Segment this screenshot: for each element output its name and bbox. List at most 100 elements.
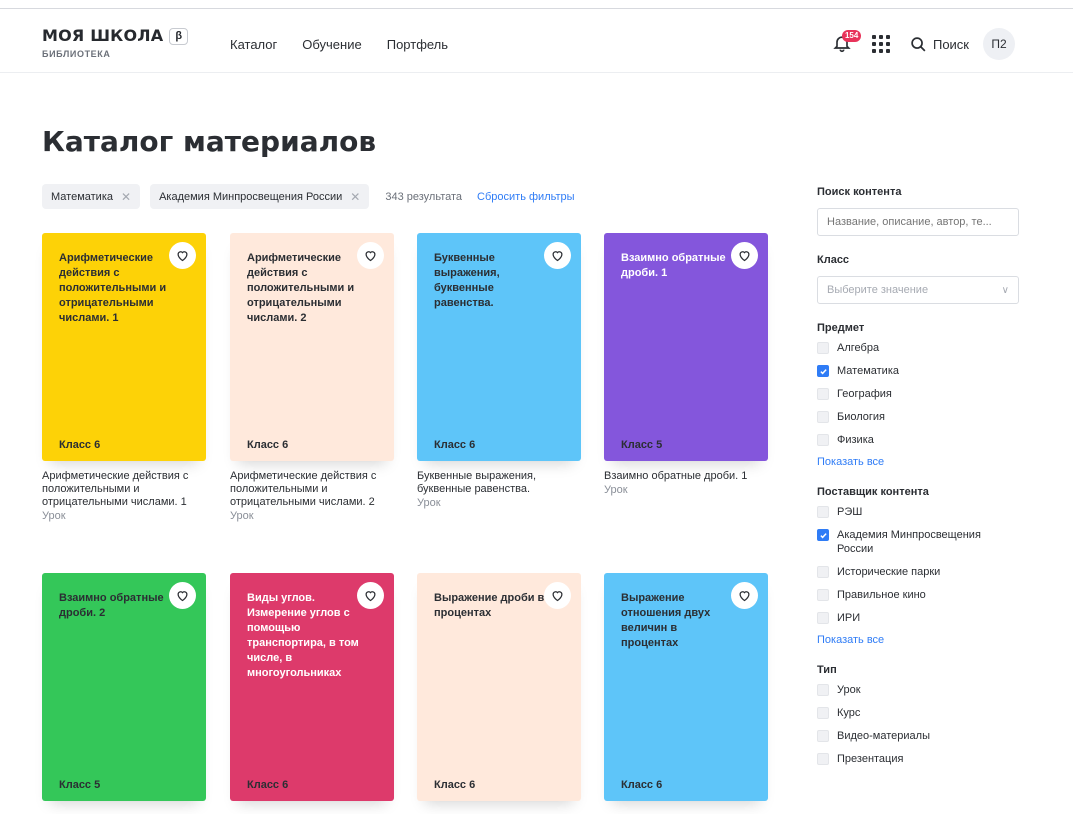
filter-chip-subject[interactable]: Математика ✕: [42, 184, 141, 209]
class-heading: Класс: [817, 254, 850, 266]
search-button[interactable]: Поиск: [910, 36, 969, 53]
card-class: Класс 6: [434, 779, 476, 791]
subject-checkbox[interactable]: География: [817, 387, 1019, 401]
subject-checkbox[interactable]: Алгебра: [817, 341, 1019, 355]
card-cover-title: Выражение отношения двух величин в проце…: [621, 592, 711, 649]
provider-checkbox[interactable]: РЭШ: [817, 505, 1019, 519]
apps-grid-icon[interactable]: [871, 35, 890, 53]
card-cover[interactable]: Выражение отношения двух величин в проце…: [604, 573, 768, 801]
checkbox-label: ИРИ: [837, 612, 861, 624]
card-class: Класс 6: [247, 779, 289, 791]
show-all-subjects-link[interactable]: Показать все: [817, 456, 1019, 468]
subject-checkbox[interactable]: Биология: [817, 410, 1019, 424]
card-cover[interactable]: Виды углов. Измерение углов с помощью тр…: [230, 573, 394, 801]
checkbox-box[interactable]: [817, 753, 829, 765]
checkbox-label: Курс: [837, 707, 861, 719]
checkbox-box[interactable]: [817, 342, 829, 354]
material-card[interactable]: Взаимно обратные дроби. 1 Класс 5 Взаимно …: [604, 233, 768, 496]
card-cover-title: Арифметические действия с положительными…: [247, 252, 355, 324]
heart-icon[interactable]: [544, 582, 571, 609]
provider-checkbox[interactable]: Академия Минпросвещения России: [817, 528, 1019, 556]
checkbox-label: РЭШ: [837, 506, 863, 518]
show-all-providers-link[interactable]: Показать все: [817, 634, 1019, 646]
heart-icon[interactable]: [357, 242, 384, 269]
material-card[interactable]: Арифметические действия с положительными…: [230, 233, 394, 522]
checkbox-label: Алгебра: [837, 342, 880, 354]
heart-icon[interactable]: [731, 242, 758, 269]
type-checkbox[interactable]: Урок: [817, 683, 1019, 697]
subject-checkbox[interactable]: Математика: [817, 364, 1019, 378]
card-cover[interactable]: Арифметические действия с положительными…: [42, 233, 206, 461]
provider-checkbox[interactable]: ИРИ: [817, 611, 1019, 625]
nav-portfolio[interactable]: Портфель: [387, 37, 448, 52]
header: МОЯ ШКОЛА β БИБЛИОТЕКА Каталог Обучение П…: [0, 9, 1073, 73]
card-cover[interactable]: Выражение дроби в процентах Класс 6: [417, 573, 581, 801]
filter-chip-label: Академия Минпросвещения России: [159, 190, 343, 203]
card-description[interactable]: Буквенные выражения, буквенные равенства…: [417, 470, 581, 496]
checkbox-box[interactable]: [817, 388, 829, 400]
provider-checkbox[interactable]: Исторические парки: [817, 565, 1019, 579]
close-icon[interactable]: ✕: [121, 190, 131, 204]
logo[interactable]: МОЯ ШКОЛА β БИБЛИОТЕКА: [42, 26, 189, 59]
heart-icon[interactable]: [544, 242, 571, 269]
type-checkbox[interactable]: Видео-материалы: [817, 729, 1019, 743]
card-cover[interactable]: Арифметические действия с положительными…: [230, 233, 394, 461]
subject-checkbox[interactable]: Физика: [817, 433, 1019, 447]
card-cover[interactable]: Взаимно обратные дроби. 2 Класс 5: [42, 573, 206, 801]
nav-learning[interactable]: Обучение: [302, 37, 361, 52]
material-card[interactable]: Взаимно обратные дроби. 2 Класс 5: [42, 573, 206, 801]
card-description[interactable]: Взаимно обратные дроби. 1: [604, 470, 768, 483]
provider-checkbox[interactable]: Правильное кино: [817, 588, 1019, 602]
close-icon[interactable]: ✕: [350, 190, 360, 204]
material-card[interactable]: Арифметические действия с положительными…: [42, 233, 206, 522]
nav-catalog[interactable]: Каталог: [230, 37, 277, 52]
checkbox-box[interactable]: [817, 589, 829, 601]
subject-list: Алгебра Математика География Биология Физика: [817, 341, 1019, 447]
type-heading: Тип: [817, 664, 837, 676]
checkbox-box[interactable]: [817, 612, 829, 624]
provider-heading: Поставщик контента: [817, 486, 929, 498]
checkbox-box[interactable]: [817, 365, 829, 377]
material-card[interactable]: Буквенные выражения, буквенные равенства…: [417, 233, 581, 509]
logo-title: МОЯ ШКОЛА: [42, 26, 164, 45]
checkbox-box[interactable]: [817, 684, 829, 696]
card-cover-title: Буквенные выражения, буквенные равенства…: [434, 252, 500, 309]
checkbox-box[interactable]: [817, 411, 829, 423]
checkbox-box[interactable]: [817, 529, 829, 541]
type-checkbox[interactable]: Курс: [817, 706, 1019, 720]
checkbox-box[interactable]: [817, 707, 829, 719]
material-card[interactable]: Выражение отношения двух величин в проце…: [604, 573, 768, 801]
active-filters: Математика ✕ Академия Минпросвещения Рос…: [42, 184, 575, 209]
heart-icon[interactable]: [169, 242, 196, 269]
search-label: Поиск: [932, 36, 969, 52]
checkbox-box[interactable]: [817, 730, 829, 742]
checkbox-box[interactable]: [817, 566, 829, 578]
card-cover[interactable]: Взаимно обратные дроби. 1 Класс 5: [604, 233, 768, 461]
bell-icon[interactable]: 154: [832, 30, 862, 55]
card-description[interactable]: Арифметические действия с положительными…: [230, 470, 394, 509]
chevron-down-icon: ∨: [1001, 284, 1009, 296]
content-search-input[interactable]: [817, 208, 1019, 236]
card-cover-title: Выражение дроби в процентах: [434, 592, 545, 619]
page-title: Каталог материалов: [42, 125, 377, 158]
card-cover[interactable]: Буквенные выражения, буквенные равенства…: [417, 233, 581, 461]
type-checkbox[interactable]: Презентация: [817, 752, 1019, 766]
filter-chip-provider[interactable]: Академия Минпросвещения России ✕: [150, 184, 370, 209]
checkbox-label: Видео-материалы: [837, 730, 930, 742]
heart-icon[interactable]: [357, 582, 384, 609]
material-card[interactable]: Виды углов. Измерение углов с помощью тр…: [230, 573, 394, 801]
class-select[interactable]: Выберите значение ∨: [817, 276, 1019, 304]
logo-subtitle: БИБЛИОТЕКА: [42, 49, 111, 59]
checkbox-label: Академия Минпросвещения России: [837, 529, 981, 555]
class-select-placeholder: Выберите значение: [827, 284, 929, 296]
material-card[interactable]: Выражение дроби в процентах Класс 6: [417, 573, 581, 801]
heart-icon[interactable]: [169, 582, 196, 609]
avatar[interactable]: П2: [983, 28, 1015, 60]
card-description[interactable]: Арифметические действия с положительными…: [42, 470, 206, 509]
checkbox-box[interactable]: [817, 506, 829, 518]
checkbox-box[interactable]: [817, 434, 829, 446]
provider-list: РЭШ Академия Минпросвещения России Историч…: [817, 505, 1019, 625]
reset-filters-link[interactable]: Сбросить фильтры: [477, 191, 575, 203]
heart-icon[interactable]: [731, 582, 758, 609]
card-cover-title: Взаимно обратные дроби. 2: [59, 592, 164, 619]
